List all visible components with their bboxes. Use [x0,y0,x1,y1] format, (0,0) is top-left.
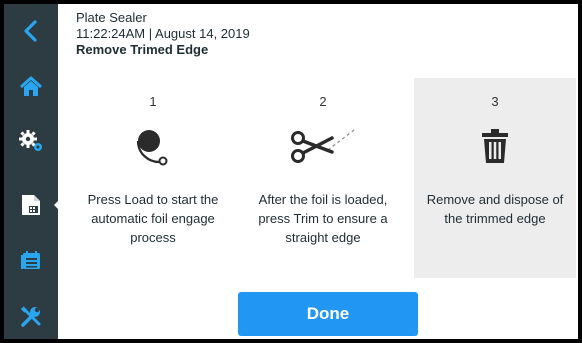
step-card-2: 2 After the foil is loaded, press Trim t… [242,78,404,278]
main-content: Plate Sealer 11:22:24AM | August 14, 201… [58,4,578,339]
step-card-3: 3 Remove and dispose of the trimmed edge [414,78,576,278]
step-card-1: 1 Press Load to start the automatic foil… [72,78,234,278]
scissors-icon [291,129,355,163]
step-number: 3 [491,94,499,109]
sidebar-item-schedule[interactable] [4,237,58,283]
sidebar-nav [4,4,63,340]
foil-roll-icon [136,130,168,166]
sidebar-item-home[interactable] [4,64,58,110]
done-button[interactable]: Done [238,292,418,336]
sidebar-item-tools[interactable] [4,294,58,340]
gears-icon [19,130,42,151]
page-header: Plate Sealer 11:22:24AM | August 14, 201… [76,10,250,58]
datetime-readout: 11:22:24AM | August 14, 2019 [76,26,250,41]
step-description: After the foil is loaded, press Trim to … [258,192,388,245]
trash-icon [482,129,508,163]
step-number: 2 [319,94,327,109]
sidebar-item-settings[interactable] [4,118,58,164]
calendar-icon [21,251,40,269]
home-icon [19,76,43,96]
sidebar-item-documents[interactable] [4,182,58,228]
step-description: Press Load to start the automatic foil e… [87,192,219,245]
tools-icon [20,306,41,327]
step-number: 1 [149,94,157,109]
step-description: Remove and dispose of the trimmed edge [426,192,564,226]
back-button[interactable] [4,8,58,54]
chevron-left-icon [24,20,37,42]
app-name: Plate Sealer [76,10,147,25]
page-title: Remove Trimed Edge [76,42,209,57]
document-icon [22,195,40,215]
